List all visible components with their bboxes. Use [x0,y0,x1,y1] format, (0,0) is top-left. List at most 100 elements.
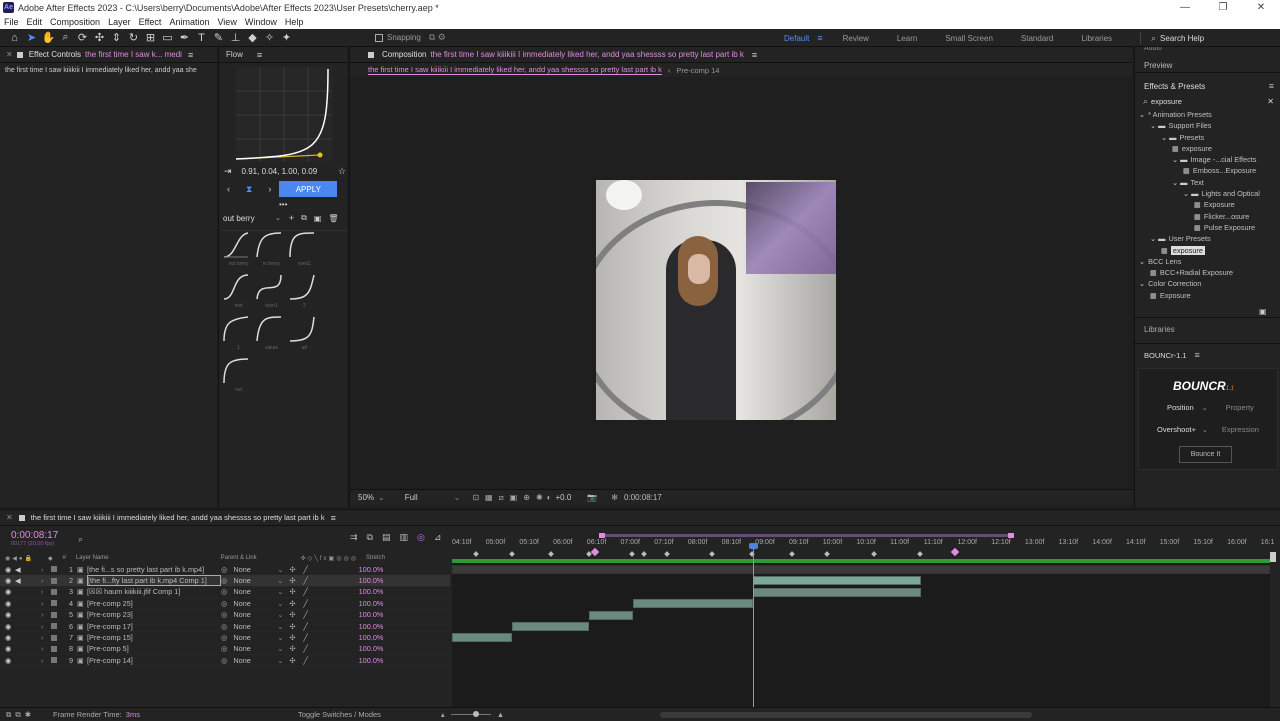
layer-name-header[interactable]: Layer Name [76,555,109,561]
import-icon[interactable]: ⇥ [224,166,232,177]
menu-layer[interactable]: Layer [108,17,131,27]
playhead-line[interactable] [753,547,754,717]
expand-arrow-icon[interactable]: › [41,599,51,608]
pickwhip-icon[interactable]: ◎ [221,610,227,619]
horizontal-scrollbar[interactable] [660,712,1032,718]
composition-nav-icon[interactable]: ⇉ [350,532,358,543]
panel-menu-icon[interactable]: ≡ [188,50,193,60]
show-snapshot-icon[interactable]: ✻ [611,493,618,502]
stretch-value[interactable]: 100.0% [343,610,384,619]
stretch-value[interactable]: 100.0% [343,656,384,665]
comp-marker-icon[interactable] [590,547,600,557]
label-color-swatch[interactable] [51,566,57,573]
pickwhip-icon[interactable]: ◎ [221,576,227,585]
effects-tree-item[interactable]: ▦ exposure [1135,245,1280,256]
layer-7-bar[interactable] [452,633,512,643]
folder-icon[interactable]: ▣ [314,214,322,223]
stretch-value[interactable]: 100.0% [343,644,384,653]
shy-switch-icon[interactable]: ✣ [289,644,303,653]
work-area-bar[interactable] [602,534,1012,537]
workspace-default[interactable]: Default [784,34,809,43]
effects-search-field[interactable]: ⌕ exposure ✕ [1141,95,1274,107]
menu-edit[interactable]: Edit [27,17,43,27]
star-icon[interactable]: ☆ [338,166,346,177]
bounce-property-select[interactable]: Position [1167,403,1194,412]
zoom-level-select[interactable]: 50% [358,493,374,502]
parent-select[interactable]: None [233,565,277,574]
chevron-down-icon[interactable]: ⌄ [1202,426,1208,434]
effects-tree-item[interactable]: ⌄ ▬ Text [1135,177,1280,188]
layer-row[interactable]: ◉ › 9 ▣ [Pre-comp 14] ◎ None ⌄ ✣ ╱ 100.0% [0,655,450,667]
search-help-input[interactable]: Search Help [1160,34,1204,43]
workspace-libraries[interactable]: Libraries [1081,34,1112,43]
bezier-values[interactable]: 0.91, 0.04, 1.00, 0.09 [242,167,318,176]
preset-name-select[interactable]: out berry [223,214,275,223]
effects-presets-title[interactable]: Effects & Presets [1144,82,1205,91]
pickwhip-icon[interactable]: ◎ [221,622,227,631]
layer-6-bar[interactable] [512,622,589,631]
effects-tree-item[interactable]: ⌄ ▬ Lights and Optical [1135,188,1280,199]
preset-yves1[interactable]: yves1 [288,231,321,273]
breadcrumb-active-comp[interactable]: the first time I saw kiiikiii I immediat… [368,65,662,75]
pickwhip-icon[interactable]: ◎ [221,633,227,642]
effects-tree-item[interactable]: ⌄ ▬ Presets [1135,132,1280,143]
selection-tool-icon[interactable]: ➤ [23,29,40,46]
preview-tab[interactable]: Preview [1135,53,1280,73]
stretch-value[interactable]: 100.0% [343,587,384,596]
exposure-value[interactable]: +0.0 [555,493,571,502]
layer-1-bar[interactable] [452,565,1270,574]
visibility-eye-icon[interactable]: ◉ [5,599,15,608]
layer-name[interactable]: [Pre-comp 25] [87,599,221,608]
layer-name[interactable]: [the fi...fty last part ib k.mp4 Comp 1] [87,575,221,587]
layer-row[interactable]: ◉ › 8 ▣ [Pre-comp 5] ◎ None ⌄ ✣ ╱ 100.0% [0,644,450,656]
expand-arrow-icon[interactable]: › [41,656,51,665]
timeline-zoom-slider[interactable] [450,711,491,717]
expand-arrow-icon[interactable]: › [41,622,51,631]
menu-composition[interactable]: Composition [50,17,100,27]
layer-name[interactable]: [Pre-comp 23] [87,610,221,619]
label-color-swatch[interactable] [51,611,57,618]
parent-select[interactable]: None [233,610,277,619]
preset-sakes[interactable]: sakes [255,315,288,357]
add-preset-icon[interactable]: + [289,213,294,223]
workspace-small-screen[interactable]: Small Screen [945,34,993,43]
zoom-tool-icon[interactable]: ⌕ [57,29,74,46]
snapshot-icon[interactable]: 📷 [587,493,597,502]
quality-switch-icon[interactable]: ╱ [303,633,343,642]
effects-search-input[interactable]: exposure [1151,97,1182,106]
parent-select[interactable]: None [233,644,277,653]
stretch-value[interactable]: 100.0% [343,565,384,574]
quality-switch-icon[interactable]: ╱ [303,656,343,665]
close-tab-icon[interactable]: ✕ [6,50,13,59]
effects-tree-item[interactable]: ▦ exposure [1135,143,1280,154]
timeline-timecode[interactable]: 0:00:08:17 [11,530,58,541]
home-icon[interactable]: ⌂ [6,29,23,46]
layer-name[interactable]: [Pre-comp 15] [87,633,221,642]
marker-icon[interactable] [473,551,479,557]
snap-options-icon[interactable]: ⧉ ⚙ [429,32,446,43]
frame-blending-icon[interactable]: ▥ [400,532,409,543]
mask-visibility-icon[interactable]: ⧄ [499,493,504,503]
workspace-standard[interactable]: Standard [1021,34,1053,43]
layer-name[interactable]: [☒☒ haum kiiikiii.jfif Comp 1] [87,587,221,596]
layer-row[interactable]: ◉ › 7 ▣ [Pre-comp 15] ◎ None ⌄ ✣ ╱ 100.0% [0,632,450,644]
work-area-end-handle[interactable] [1008,533,1014,538]
effects-tree-item[interactable]: ⌄ * Animation Presets [1135,109,1280,120]
audio-icon[interactable]: ◀ [15,565,41,574]
menu-file[interactable]: File [4,17,19,27]
roto-brush-tool-icon[interactable]: ✧ [261,29,278,46]
preset-in-berry[interactable]: in berry [255,231,288,273]
hourglass-icon[interactable]: ⧗ [246,184,252,195]
parent-header[interactable]: Parent & Link [221,555,257,561]
parent-select[interactable]: None [233,633,277,642]
shy-switch-icon[interactable]: ✣ [289,610,303,619]
visibility-eye-icon[interactable]: ◉ [5,565,15,574]
effects-tree-item[interactable]: ⌄ ▬ User Presets [1135,233,1280,244]
parent-select[interactable]: None [233,587,277,596]
layer-row[interactable]: ◉ ◀ › 1 ▣ [the fi...s so pretty last part ib … [0,564,450,576]
layer-name[interactable]: [the fi...s so pretty last part ib k.mp4… [87,565,221,574]
effects-tree-item[interactable]: ⌄ Color Correction [1135,278,1280,289]
effects-tree-item[interactable]: ▦ Emboss...Exposure [1135,165,1280,176]
puppet-tool-icon[interactable]: ✦ [278,29,295,46]
marker-icon[interactable] [548,551,554,557]
